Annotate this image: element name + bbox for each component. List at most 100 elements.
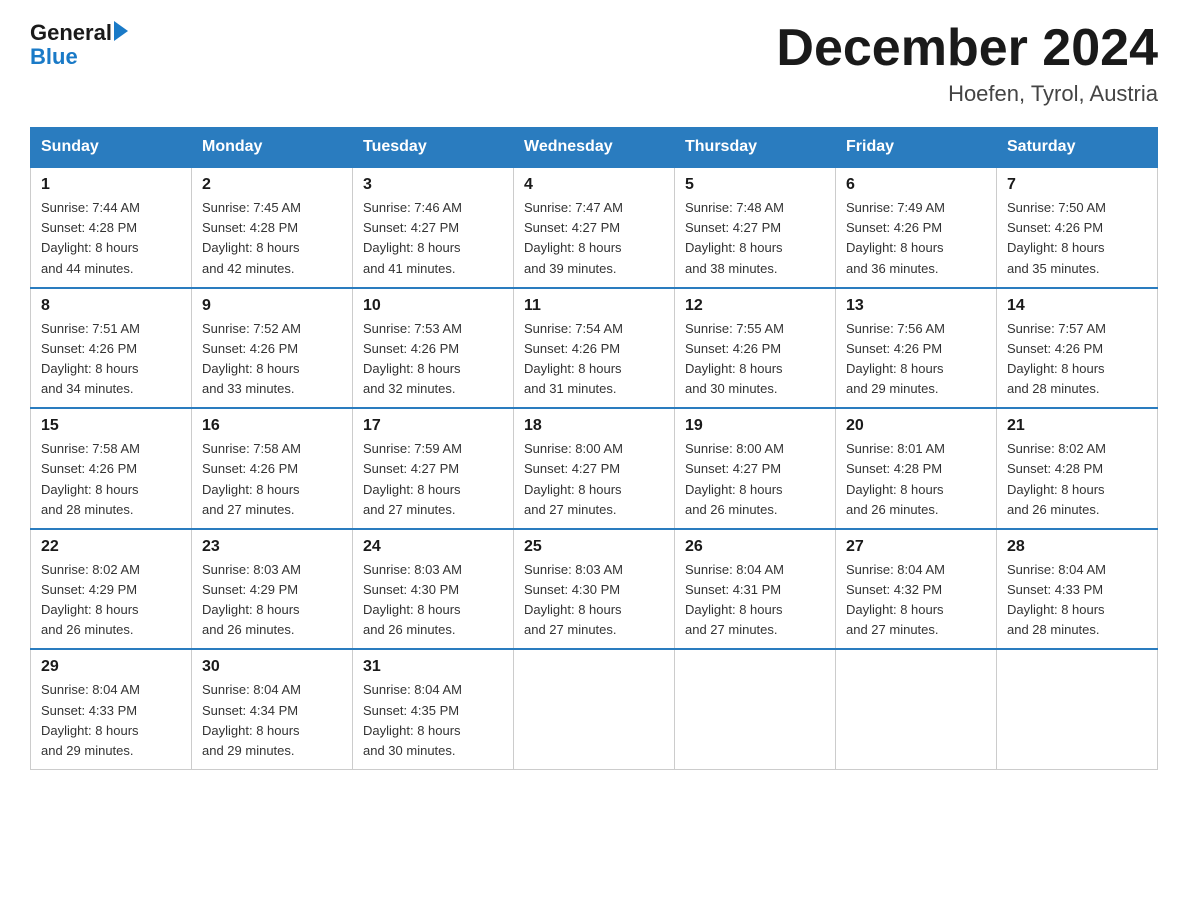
day-number: 30 (202, 658, 342, 676)
day-number: 19 (685, 417, 825, 435)
title-section: December 2024 Hoefen, Tyrol, Austria (776, 20, 1158, 107)
day-header-thursday: Thursday (675, 128, 836, 168)
day-cell: 26 Sunrise: 8:04 AMSunset: 4:31 PMDayligh… (675, 529, 836, 650)
day-info: Sunrise: 8:04 AMSunset: 4:33 PMDaylight:… (41, 680, 181, 761)
day-number: 2 (202, 176, 342, 194)
day-number: 20 (846, 417, 986, 435)
day-header-sunday: Sunday (31, 128, 192, 168)
day-info: Sunrise: 7:54 AMSunset: 4:26 PMDaylight:… (524, 319, 664, 400)
day-cell: 6 Sunrise: 7:49 AMSunset: 4:26 PMDaylight… (836, 167, 997, 288)
day-number: 12 (685, 297, 825, 315)
day-number: 13 (846, 297, 986, 315)
day-cell: 28 Sunrise: 8:04 AMSunset: 4:33 PMDayligh… (997, 529, 1158, 650)
day-info: Sunrise: 7:44 AMSunset: 4:28 PMDaylight:… (41, 198, 181, 279)
day-cell: 19 Sunrise: 8:00 AMSunset: 4:27 PMDayligh… (675, 408, 836, 529)
day-number: 15 (41, 417, 181, 435)
week-row-1: 1 Sunrise: 7:44 AMSunset: 4:28 PMDaylight… (31, 167, 1158, 288)
day-info: Sunrise: 7:46 AMSunset: 4:27 PMDaylight:… (363, 198, 503, 279)
day-number: 16 (202, 417, 342, 435)
day-cell: 17 Sunrise: 7:59 AMSunset: 4:27 PMDayligh… (353, 408, 514, 529)
day-info: Sunrise: 7:51 AMSunset: 4:26 PMDaylight:… (41, 319, 181, 400)
day-header-friday: Friday (836, 128, 997, 168)
day-number: 11 (524, 297, 664, 315)
day-cell: 31 Sunrise: 8:04 AMSunset: 4:35 PMDayligh… (353, 649, 514, 769)
day-number: 27 (846, 538, 986, 556)
day-cell: 12 Sunrise: 7:55 AMSunset: 4:26 PMDayligh… (675, 288, 836, 409)
day-number: 7 (1007, 176, 1147, 194)
day-cell: 29 Sunrise: 8:04 AMSunset: 4:33 PMDayligh… (31, 649, 192, 769)
day-cell: 14Sunrise: 7:57 AMSunset: 4:26 PMDayligh… (997, 288, 1158, 409)
day-number: 21 (1007, 417, 1147, 435)
day-cell: 30Sunrise: 8:04 AMSunset: 4:34 PMDayligh… (192, 649, 353, 769)
day-cell: 25 Sunrise: 8:03 AMSunset: 4:30 PMDayligh… (514, 529, 675, 650)
day-info: Sunrise: 7:49 AMSunset: 4:26 PMDaylight:… (846, 198, 986, 279)
day-info: Sunrise: 7:48 AMSunset: 4:27 PMDaylight:… (685, 198, 825, 279)
day-info: Sunrise: 7:55 AMSunset: 4:26 PMDaylight:… (685, 319, 825, 400)
day-info: Sunrise: 8:04 AMSunset: 4:35 PMDaylight:… (363, 680, 503, 761)
day-number: 29 (41, 658, 181, 676)
day-cell: 21Sunrise: 8:02 AMSunset: 4:28 PMDayligh… (997, 408, 1158, 529)
day-cell: 3 Sunrise: 7:46 AMSunset: 4:27 PMDaylight… (353, 167, 514, 288)
day-header-tuesday: Tuesday (353, 128, 514, 168)
day-info: Sunrise: 8:04 AMSunset: 4:32 PMDaylight:… (846, 560, 986, 641)
day-number: 28 (1007, 538, 1147, 556)
day-number: 31 (363, 658, 503, 676)
day-header-monday: Monday (192, 128, 353, 168)
day-info: Sunrise: 7:47 AMSunset: 4:27 PMDaylight:… (524, 198, 664, 279)
day-cell: 13 Sunrise: 7:56 AMSunset: 4:26 PMDayligh… (836, 288, 997, 409)
day-info: Sunrise: 7:53 AMSunset: 4:26 PMDaylight:… (363, 319, 503, 400)
day-info: Sunrise: 7:58 AMSunset: 4:26 PMDaylight:… (41, 439, 181, 520)
day-info: Sunrise: 7:56 AMSunset: 4:26 PMDaylight:… (846, 319, 986, 400)
day-cell: 9 Sunrise: 7:52 AMSunset: 4:26 PMDaylight… (192, 288, 353, 409)
day-number: 23 (202, 538, 342, 556)
day-info: Sunrise: 8:03 AMSunset: 4:30 PMDaylight:… (363, 560, 503, 641)
day-cell (997, 649, 1158, 769)
week-row-3: 15 Sunrise: 7:58 AMSunset: 4:26 PMDayligh… (31, 408, 1158, 529)
month-title: December 2024 (776, 20, 1158, 77)
page-header: General Blue December 2024 Hoefen, Tyrol… (30, 20, 1158, 107)
day-info: Sunrise: 7:50 AMSunset: 4:26 PMDaylight:… (1007, 198, 1147, 279)
day-cell: 7 Sunrise: 7:50 AMSunset: 4:26 PMDaylight… (997, 167, 1158, 288)
day-cell: 4 Sunrise: 7:47 AMSunset: 4:27 PMDaylight… (514, 167, 675, 288)
day-cell: 24Sunrise: 8:03 AMSunset: 4:30 PMDayligh… (353, 529, 514, 650)
day-number: 18 (524, 417, 664, 435)
calendar-table: SundayMondayTuesdayWednesdayThursdayFrid… (30, 127, 1158, 770)
location-title: Hoefen, Tyrol, Austria (776, 81, 1158, 107)
logo-arrow-icon (114, 21, 128, 41)
day-number: 3 (363, 176, 503, 194)
day-number: 17 (363, 417, 503, 435)
logo-blue-text: Blue (30, 44, 128, 70)
logo: General Blue (30, 20, 128, 70)
week-row-5: 29 Sunrise: 8:04 AMSunset: 4:33 PMDayligh… (31, 649, 1158, 769)
day-number: 8 (41, 297, 181, 315)
day-header-wednesday: Wednesday (514, 128, 675, 168)
day-info: Sunrise: 8:04 AMSunset: 4:31 PMDaylight:… (685, 560, 825, 641)
day-cell: 10 Sunrise: 7:53 AMSunset: 4:26 PMDayligh… (353, 288, 514, 409)
day-cell: 22Sunrise: 8:02 AMSunset: 4:29 PMDayligh… (31, 529, 192, 650)
day-info: Sunrise: 8:04 AMSunset: 4:33 PMDaylight:… (1007, 560, 1147, 641)
logo-general-text: General (30, 20, 112, 46)
day-cell (836, 649, 997, 769)
day-info: Sunrise: 7:59 AMSunset: 4:27 PMDaylight:… (363, 439, 503, 520)
day-info: Sunrise: 8:00 AMSunset: 4:27 PMDaylight:… (685, 439, 825, 520)
day-info: Sunrise: 7:58 AMSunset: 4:26 PMDaylight:… (202, 439, 342, 520)
day-cell (514, 649, 675, 769)
day-number: 6 (846, 176, 986, 194)
day-info: Sunrise: 8:03 AMSunset: 4:30 PMDaylight:… (524, 560, 664, 641)
day-number: 1 (41, 176, 181, 194)
day-cell: 11 Sunrise: 7:54 AMSunset: 4:26 PMDayligh… (514, 288, 675, 409)
day-number: 9 (202, 297, 342, 315)
day-number: 10 (363, 297, 503, 315)
day-number: 26 (685, 538, 825, 556)
week-row-2: 8 Sunrise: 7:51 AMSunset: 4:26 PMDaylight… (31, 288, 1158, 409)
day-cell: 20Sunrise: 8:01 AMSunset: 4:28 PMDayligh… (836, 408, 997, 529)
day-cell (675, 649, 836, 769)
day-number: 25 (524, 538, 664, 556)
day-cell: 1 Sunrise: 7:44 AMSunset: 4:28 PMDaylight… (31, 167, 192, 288)
day-info: Sunrise: 8:03 AMSunset: 4:29 PMDaylight:… (202, 560, 342, 641)
day-headers-row: SundayMondayTuesdayWednesdayThursdayFrid… (31, 128, 1158, 168)
day-cell: 15 Sunrise: 7:58 AMSunset: 4:26 PMDayligh… (31, 408, 192, 529)
day-header-saturday: Saturday (997, 128, 1158, 168)
day-info: Sunrise: 7:52 AMSunset: 4:26 PMDaylight:… (202, 319, 342, 400)
day-number: 4 (524, 176, 664, 194)
